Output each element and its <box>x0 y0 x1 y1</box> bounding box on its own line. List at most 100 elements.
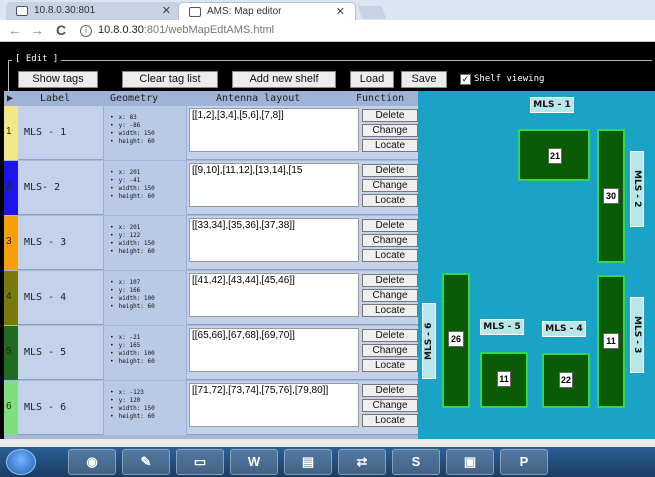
shelf-viewing-checkbox[interactable]: ✓ <box>460 74 471 85</box>
row-geometry: x: 83 y: -86 width: 150 height: 60 <box>103 106 187 160</box>
save-button[interactable]: Save <box>401 71 447 88</box>
info-icon[interactable]: i <box>80 25 92 37</box>
map-label-mls-1[interactable]: MLS - 1 <box>530 97 574 113</box>
geo-y: y: -86 <box>110 122 186 130</box>
map-tag[interactable]: 30 <box>603 188 619 204</box>
locate-button[interactable]: Locate <box>362 249 418 262</box>
change-button[interactable]: Change <box>362 289 418 302</box>
word-icon[interactable]: W <box>230 449 278 475</box>
edit-legend: [ Edit ] <box>12 54 62 64</box>
geo-y: y: 165 <box>110 342 186 350</box>
map-label-mls-4[interactable]: MLS - 4 <box>542 321 586 337</box>
sort-icon[interactable]: ▶ <box>7 93 13 104</box>
map-label-mls-6[interactable]: MLS - 6 <box>422 303 436 379</box>
address-bar: ← → C i 10.8.0.30:801/webMapEdtAMS.html <box>0 20 655 42</box>
add-new-shelf-button[interactable]: Add new shelf <box>232 71 336 88</box>
header-geometry: Geometry <box>110 93 159 104</box>
table-row[interactable]: 3 MLS - 3 x: 201 y: 122 width: 150 heigh… <box>4 216 418 270</box>
antenna-layout-input[interactable]: [[71,72],[73,74],[75,76],[79,80]] <box>189 383 359 427</box>
antenna-layout-input[interactable]: [[41,42],[43,44],[45,46]] <box>189 273 359 317</box>
map-label-mls-5[interactable]: MLS - 5 <box>480 319 524 335</box>
map-tag[interactable]: 11 <box>603 333 619 349</box>
row-number: 4 <box>6 291 12 302</box>
remote-desktop-icon[interactable]: ▣ <box>446 449 494 475</box>
delete-button[interactable]: Delete <box>362 384 418 397</box>
geo-height: height: 60 <box>110 413 186 421</box>
geo-height: height: 60 <box>110 138 186 146</box>
skype-icon[interactable]: S <box>392 449 440 475</box>
delete-button[interactable]: Delete <box>362 219 418 232</box>
antenna-layout-input[interactable]: [[65,66],[67,68],[69,70]] <box>189 328 359 372</box>
change-button[interactable]: Change <box>362 234 418 247</box>
powerpoint-icon[interactable]: P <box>500 449 548 475</box>
locate-button[interactable]: Locate <box>362 414 418 427</box>
header-function: Function <box>356 93 405 104</box>
geo-y: y: 122 <box>110 232 186 240</box>
horizontal-scrollbar[interactable] <box>0 439 655 447</box>
windows-start-icon[interactable] <box>6 449 36 475</box>
row-number: 6 <box>6 401 12 412</box>
reload-icon[interactable]: C <box>56 22 66 38</box>
close-tab-icon[interactable]: ✕ <box>162 4 171 17</box>
table-row[interactable]: 6 MLS - 6 x: -123 y: 120 width: 150 heig… <box>4 381 418 435</box>
row-geometry: x: -21 y: 165 width: 100 height: 60 <box>103 326 187 380</box>
change-button[interactable]: Change <box>362 344 418 357</box>
row-label: MLS - 4 <box>24 292 67 303</box>
back-arrow-icon[interactable]: ← <box>8 22 22 38</box>
url-field[interactable]: 10.8.0.30:801/webMapEdtAMS.html <box>98 24 274 36</box>
chrome-icon[interactable]: ◉ <box>68 449 116 475</box>
geo-width: width: 150 <box>110 240 186 248</box>
antenna-layout-input[interactable]: [[9,10],[11,12],[13,14],[15 <box>189 163 359 207</box>
change-button[interactable]: Change <box>362 124 418 137</box>
locate-button[interactable]: Locate <box>362 194 418 207</box>
shelf-map-canvas[interactable]: MLS - 1 21 30 MLS - 2 11 MLS - 3 26 MLS … <box>418 91 655 439</box>
change-button[interactable]: Change <box>362 179 418 192</box>
locate-button[interactable]: Locate <box>362 304 418 317</box>
table-header: ▶ Label Geometry Antenna layout Function <box>4 91 418 106</box>
row-label: MLS- 2 <box>24 182 61 193</box>
notepad-icon[interactable]: ▤ <box>284 449 332 475</box>
load-button[interactable]: Load <box>350 71 394 88</box>
folder-icon[interactable]: ▭ <box>176 449 224 475</box>
table-row[interactable]: 5 MLS - 5 x: -21 y: 165 width: 100 heigh… <box>4 326 418 380</box>
geo-y: y: 166 <box>110 287 186 295</box>
tab-map-editor[interactable]: AMS: Map editor ✕ <box>178 2 356 20</box>
geo-width: width: 150 <box>110 130 186 138</box>
new-tab-button[interactable] <box>357 6 387 19</box>
map-tag[interactable]: 21 <box>548 148 562 164</box>
delete-button[interactable]: Delete <box>362 329 418 342</box>
geo-height: height: 60 <box>110 303 186 311</box>
delete-button[interactable]: Delete <box>362 274 418 287</box>
map-label-mls-2[interactable]: MLS - 2 <box>630 151 644 227</box>
table-row[interactable]: 2 MLS- 2 x: 201 y: -41 width: 150 height… <box>4 161 418 215</box>
row-geometry: x: -123 y: 120 width: 150 height: 60 <box>103 381 187 435</box>
tab-ip[interactable]: 10.8.0.30:801 ✕ <box>6 2 181 20</box>
locate-button[interactable]: Locate <box>362 359 418 372</box>
delete-button[interactable]: Delete <box>362 164 418 177</box>
change-button[interactable]: Change <box>362 399 418 412</box>
row-number: 3 <box>6 236 12 247</box>
clear-tag-list-button[interactable]: Clear tag list <box>122 71 218 88</box>
table-row[interactable]: 1 MLS - 1 x: 83 y: -86 width: 150 height… <box>4 106 418 160</box>
locate-button[interactable]: Locate <box>362 139 418 152</box>
shelf-table: ▶ Label Geometry Antenna layout Function… <box>4 91 418 439</box>
antenna-layout-input[interactable]: [[33,34],[35,36],[37,38]] <box>189 218 359 262</box>
map-tag[interactable]: 22 <box>559 372 573 388</box>
show-tags-button[interactable]: Show tags <box>18 71 98 88</box>
row-geometry: x: 107 y: 166 width: 100 height: 60 <box>103 271 187 325</box>
geo-width: width: 150 <box>110 185 186 193</box>
map-tag[interactable]: 11 <box>497 371 511 387</box>
map-tag[interactable]: 26 <box>448 331 464 347</box>
page-icon <box>16 6 28 16</box>
geo-x: x: -21 <box>110 334 186 342</box>
delete-button[interactable]: Delete <box>362 109 418 122</box>
row-label: MLS - 5 <box>24 347 67 358</box>
row-number: 5 <box>6 346 12 357</box>
forward-arrow-icon[interactable]: → <box>30 22 44 38</box>
paint-icon[interactable]: ✎ <box>122 449 170 475</box>
map-label-mls-3[interactable]: MLS - 3 <box>630 297 644 373</box>
teamviewer-icon[interactable]: ⇄ <box>338 449 386 475</box>
close-tab-icon[interactable]: ✕ <box>336 5 345 18</box>
table-row[interactable]: 4 MLS - 4 x: 107 y: 166 width: 100 heigh… <box>4 271 418 325</box>
antenna-layout-input[interactable]: [[1,2],[3,4],[5,6],[7,8]] <box>189 108 359 152</box>
